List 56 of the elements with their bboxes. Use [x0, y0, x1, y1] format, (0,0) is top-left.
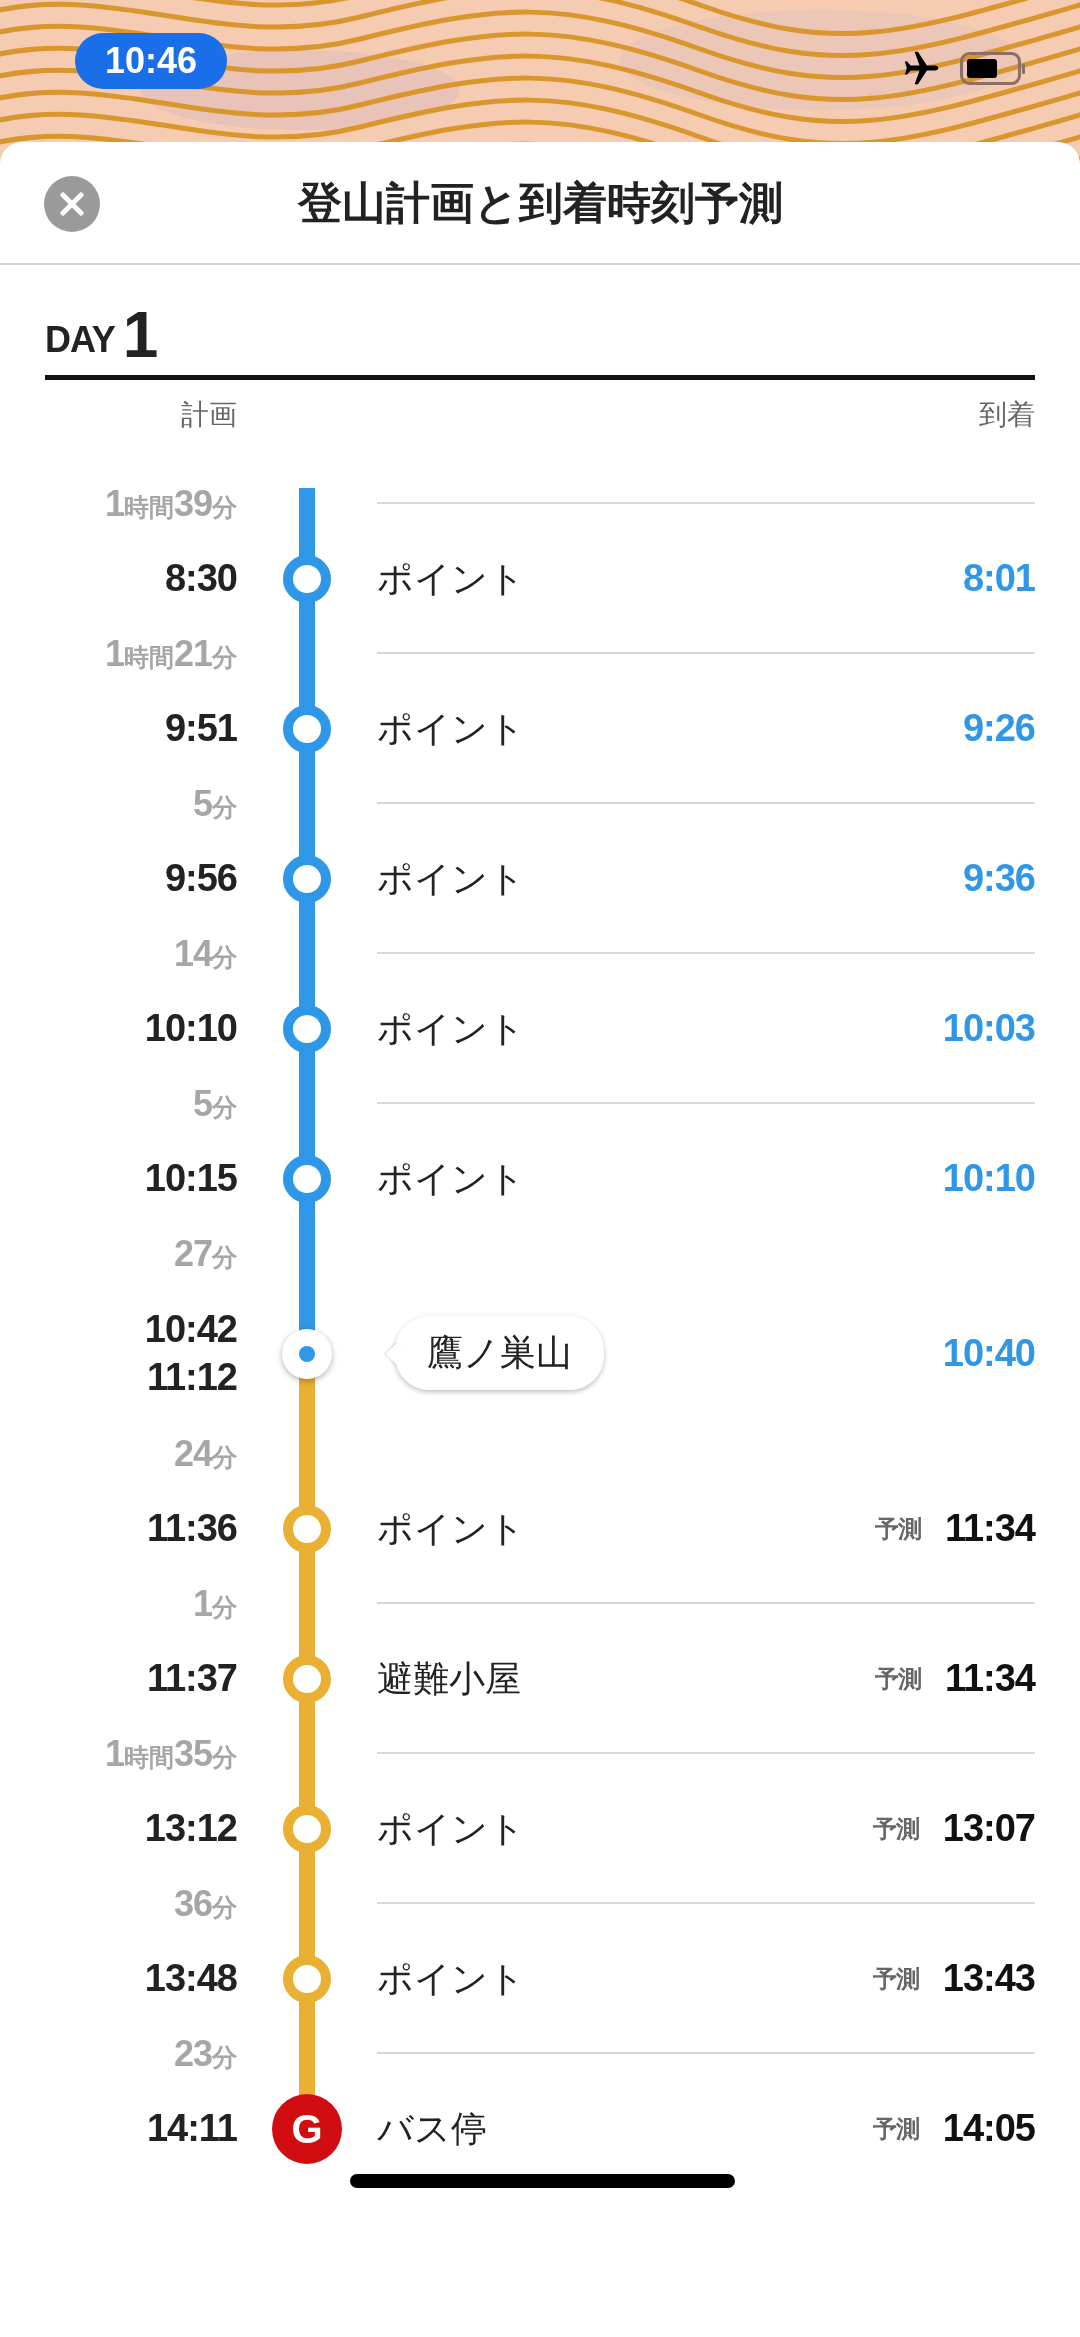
planned-time: 10:10: [144, 1005, 237, 1051]
arrival-time: 10:40: [942, 1331, 1035, 1376]
leg-duration: 1分: [192, 1581, 237, 1626]
stop-name: ポイント: [377, 1506, 525, 1551]
leg-duration: 27分: [173, 1231, 237, 1276]
stop-name: 避難小屋: [377, 1656, 521, 1701]
planned-time: 9:51: [164, 705, 237, 751]
arrival-time: 13:43: [942, 1956, 1035, 2001]
arrival-time: 10:10: [942, 1156, 1035, 1201]
planned-time: 8:30: [164, 555, 237, 601]
stop-name: ポイント: [377, 1156, 525, 1201]
day-label: DAY: [45, 318, 115, 362]
planned-time: 11:12: [146, 1354, 237, 1400]
arrival-time: 11:34: [944, 1656, 1035, 1701]
column-header: 到着: [979, 398, 1035, 432]
planned-time: 13:48: [144, 1955, 237, 2001]
leg-duration: 14分: [173, 931, 237, 976]
predicted-label: 予測: [872, 2113, 919, 2144]
stop-name: ポイント: [377, 556, 525, 601]
predicted-label: 予測: [872, 1813, 919, 1844]
arrival-time: 11:34: [944, 1506, 1035, 1551]
arrival-time: 13:07: [942, 1806, 1035, 1851]
column-header: 計画: [181, 399, 237, 430]
planned-time: 13:12: [144, 1805, 237, 1851]
stop-name: ポイント: [377, 856, 525, 901]
arrival-time: 9:26: [962, 706, 1035, 751]
predicted-label: 予測: [872, 1963, 919, 1994]
leg-duration: 23分: [173, 2031, 237, 2076]
predicted-label: 予測: [874, 1663, 921, 1694]
planned-time: 11:37: [146, 1655, 237, 1701]
leg-duration: 5分: [192, 781, 237, 826]
goal-marker: G: [272, 2093, 342, 2164]
leg-duration: 5分: [192, 1081, 237, 1126]
predicted-label: 予測: [874, 1513, 921, 1544]
planned-time: 10:42: [144, 1307, 237, 1352]
status-time: 10:46: [75, 33, 227, 89]
stop-name: ポイント: [377, 1806, 525, 1851]
arrival-time: 10:03: [942, 1006, 1035, 1051]
planned-time: 10:15: [144, 1155, 237, 1201]
planned-time: 14:11: [146, 2105, 237, 2151]
screen-title: 登山計画と到着時刻予測: [297, 176, 783, 229]
leg-duration: 36分: [173, 1881, 237, 1926]
arrival-time: 8:01: [962, 556, 1035, 601]
leg-duration: 24分: [173, 1431, 237, 1476]
arrival-time: 9:36: [962, 856, 1035, 901]
stop-name: ポイント: [377, 1006, 525, 1051]
leg-duration: 1時間39分: [104, 481, 237, 526]
stop-name: バス停: [377, 2106, 487, 2151]
planned-time: 11:36: [146, 1505, 237, 1551]
leg-duration: 1時間35分: [104, 1731, 237, 1776]
arrival-time: 14:05: [942, 2106, 1035, 2151]
day-number: 1: [122, 303, 159, 367]
leg-duration: 1時間21分: [104, 631, 237, 676]
planned-time: 9:56: [164, 855, 237, 901]
stop-name: ポイント: [377, 1956, 525, 2001]
stop-name: ポイント: [377, 706, 525, 751]
